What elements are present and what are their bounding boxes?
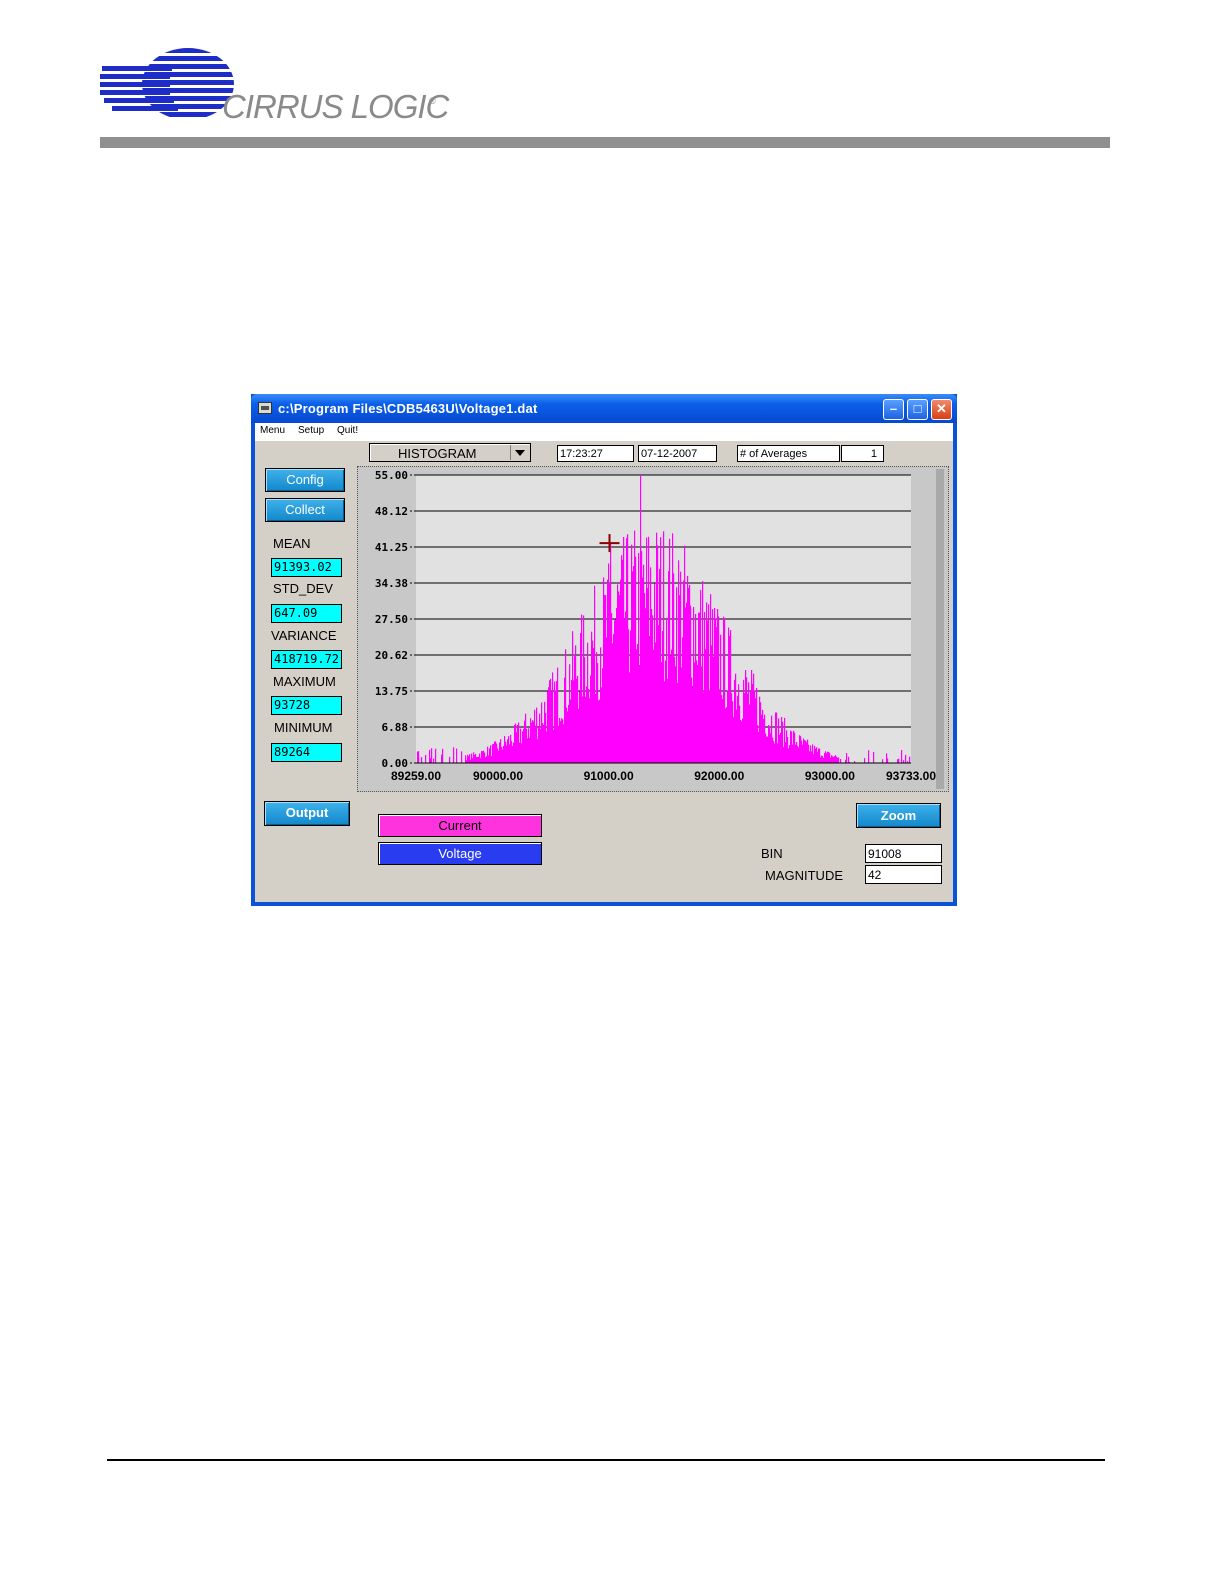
averages-label: # of Averages [737, 445, 840, 462]
minimum-value: 89264 [271, 743, 342, 762]
output-button[interactable]: Output [264, 801, 350, 826]
histogram-chart[interactable]: 55.00 48.12 41.25 34.38 27.50 20.62 13.75 6.88 0… [357, 466, 949, 792]
time-field: 17:23:27 [557, 445, 634, 462]
voltage-channel-button[interactable]: Voltage [378, 842, 542, 865]
averages-input[interactable]: 1 [841, 445, 884, 462]
mean-value: 91393.02 [271, 558, 342, 577]
bin-field: 91008 [865, 844, 942, 863]
menu-item-menu[interactable]: Menu [260, 425, 285, 436]
display-mode-value: HISTOGRAM [398, 446, 477, 461]
histogram-bar [898, 758, 900, 763]
y-tick-label: 27.50 [375, 613, 408, 626]
histogram-bar [838, 757, 840, 763]
variance-label: VARIANCE [271, 628, 337, 643]
maximize-button[interactable]: □ [907, 399, 928, 420]
x-tick-label: 91000.00 [584, 769, 634, 783]
current-channel-button[interactable]: Current [378, 814, 542, 837]
histogram-bar [840, 759, 842, 763]
histogram-bar [425, 754, 427, 763]
histogram-bar [435, 748, 437, 763]
close-icon: ✕ [936, 401, 947, 416]
histogram-bar [846, 753, 848, 763]
magnitude-label: MAGNITUDE [765, 868, 843, 883]
chart-scroll-edge [936, 469, 944, 789]
minimum-label: MINIMUM [274, 720, 333, 735]
minimize-icon: – [889, 401, 898, 416]
maximum-value: 93728 [271, 696, 342, 715]
header-rule [100, 137, 1110, 148]
x-tick-label: 93733.00 [886, 769, 936, 783]
histogram-bar [905, 754, 907, 763]
zoom-button[interactable]: Zoom [856, 803, 941, 828]
chevron-down-icon[interactable] [510, 445, 528, 460]
histogram-bar [453, 747, 455, 763]
y-tick-label: 20.62 [375, 649, 408, 662]
histogram-svg[interactable]: 55.0048.1241.2534.3827.5020.6213.756.880… [358, 467, 948, 791]
histogram-bar [882, 759, 884, 763]
x-tick-label: 93000.00 [805, 769, 855, 783]
magnitude-field: 42 [865, 865, 942, 884]
collect-button[interactable]: Collect [265, 498, 345, 522]
histogram-bar [433, 758, 435, 763]
menu-item-quit[interactable]: Quit! [337, 425, 358, 436]
logo-wordmark: CIRRUS LOGIC [222, 88, 451, 125]
maximize-icon: □ [913, 401, 922, 416]
y-tick-label: 34.38 [375, 577, 408, 590]
histogram-bar [848, 756, 850, 763]
histogram-bar [431, 748, 433, 763]
histogram-bar [449, 756, 451, 763]
histogram-bar [864, 758, 866, 763]
histogram-bar [456, 748, 458, 763]
footer-rule [107, 1459, 1105, 1461]
x-tick-label: 89259.00 [391, 769, 441, 783]
x-tick-label: 92000.00 [694, 769, 744, 783]
registered-mark: ® [429, 96, 436, 106]
std-dev-label: STD_DEV [273, 581, 333, 596]
histogram-bar [873, 751, 875, 763]
title-bar[interactable]: c:\Program Files\CDB5463U\Voltage1.dat –… [251, 394, 957, 423]
y-tick-label: 48.12 [375, 505, 408, 518]
histogram-bar [461, 751, 463, 763]
close-button[interactable]: ✕ [931, 399, 952, 420]
histogram-bar [887, 758, 889, 763]
y-tick-label: 41.25 [375, 541, 408, 554]
app-window: c:\Program Files\CDB5463U\Voltage1.dat –… [251, 394, 957, 906]
histogram-bar [421, 757, 423, 763]
y-tick-label: 55.00 [375, 469, 408, 482]
variance-value: 418719.72 [271, 650, 342, 669]
y-tick-label: 13.75 [375, 685, 408, 698]
mean-label: MEAN [273, 536, 311, 551]
x-tick-label: 90000.00 [473, 769, 523, 783]
histogram-bar [442, 748, 444, 763]
config-button[interactable]: Config [265, 468, 345, 492]
menu-bar: Menu Setup Quit! [255, 423, 953, 441]
minimize-button[interactable]: – [883, 399, 904, 420]
y-tick-label: 6.88 [382, 721, 409, 734]
cirrus-logic-logo: CIRRUS LOGIC ® [100, 48, 452, 125]
std-dev-value: 647.09 [271, 604, 342, 623]
histogram-bar [418, 751, 420, 763]
histogram-bar [868, 750, 870, 763]
display-mode-select[interactable]: HISTOGRAM [369, 443, 531, 462]
histogram-bar [901, 750, 903, 763]
client-area: HISTOGRAM 17:23:27 07-12-2007 # of Avera… [255, 441, 953, 902]
menu-item-setup[interactable]: Setup [298, 425, 324, 436]
window-title: c:\Program Files\CDB5463U\Voltage1.dat [278, 401, 538, 416]
date-field: 07-12-2007 [638, 445, 717, 462]
maximum-label: MAXIMUM [273, 674, 336, 689]
histogram-bar [909, 756, 911, 763]
bin-label: BIN [761, 846, 783, 861]
app-icon[interactable] [258, 402, 272, 414]
